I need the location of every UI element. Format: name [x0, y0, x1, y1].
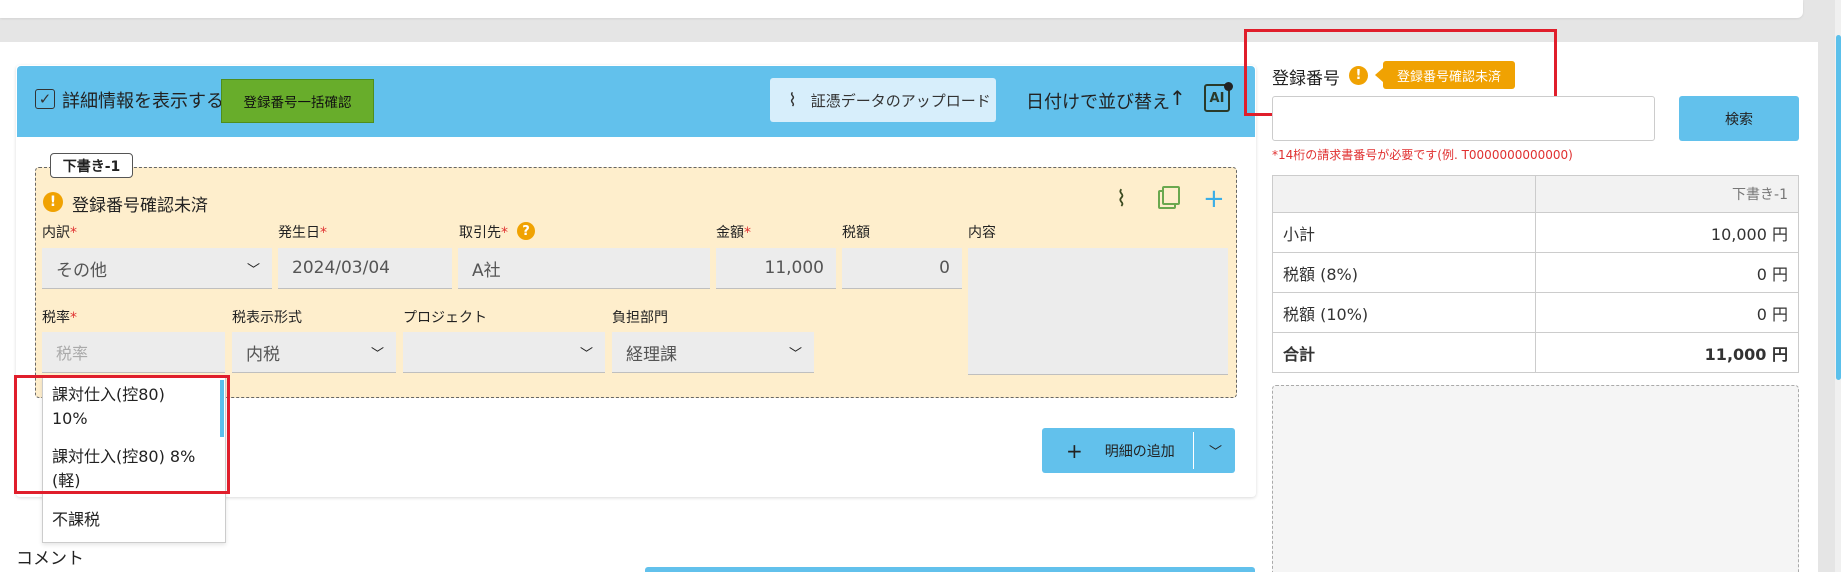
- add-line-button[interactable]: + 明細の追加 ﹀: [1042, 428, 1235, 473]
- attachment-icon[interactable]: ⌇: [1116, 187, 1127, 212]
- upload-evidence-label: 証憑データのアップロード: [810, 91, 991, 110]
- partner-input[interactable]: A社: [458, 248, 710, 289]
- tax-amount-label: 税額: [842, 225, 870, 241]
- draft-tab: 下書き-1: [50, 153, 133, 178]
- project-select[interactable]: ﹀: [403, 332, 605, 373]
- chevron-down-icon: ﹀: [370, 346, 384, 362]
- content-label: 内容: [968, 225, 996, 241]
- copy-icon-front[interactable]: [1162, 186, 1180, 205]
- amount-input[interactable]: 11,000: [716, 248, 836, 289]
- bottom-panel-edge: [645, 567, 1255, 572]
- chevron-down-icon: ﹀: [788, 346, 802, 362]
- table-row: 税額 (10%) 0 円: [1272, 292, 1799, 333]
- date-input[interactable]: 2024/03/04: [278, 248, 452, 289]
- registration-warning-text: 登録番号確認未済: [72, 196, 208, 216]
- partner-label: 取引先*: [459, 225, 508, 241]
- page-scrollbar-thumb[interactable]: [1836, 35, 1841, 380]
- department-select[interactable]: 経理課 ﹀: [612, 332, 814, 373]
- bulk-registration-check-button[interactable]: 登録番号一括確認: [221, 79, 374, 123]
- tax-rate-select[interactable]: 税率: [42, 332, 225, 373]
- tax-display-label: 税表示形式: [232, 310, 302, 326]
- registration-hint: *14桁の請求書番号が必要です(例. T0000000000000): [1272, 148, 1573, 162]
- show-details-checkbox[interactable]: ✓: [35, 89, 55, 109]
- highlight-box: [14, 375, 230, 494]
- chevron-down-icon: ﹀: [579, 346, 593, 362]
- sort-by-date-label[interactable]: 日付けで並び替え: [1026, 88, 1170, 114]
- comment-label: コメント: [16, 549, 84, 569]
- plus-icon: +: [1066, 438, 1083, 463]
- file-drop-area[interactable]: [1272, 385, 1799, 572]
- paperclip-icon: ⌇: [788, 89, 797, 111]
- summary-table: 下書き-1 小計 10,000 円 税額 (8%) 0 円 税額 (10%) 0…: [1272, 175, 1799, 373]
- sort-arrow-icon[interactable]: ↑: [1169, 86, 1186, 110]
- registration-number-input[interactable]: [1272, 96, 1655, 141]
- ai-notification-dot: [1224, 82, 1233, 91]
- search-button[interactable]: 検索: [1679, 96, 1799, 141]
- chevron-down-icon: ﹀: [246, 262, 260, 278]
- upload-evidence-button[interactable]: ⌇ 証憑データのアップロード: [770, 78, 996, 122]
- table-row-total: 合計 11,000 円: [1272, 332, 1799, 373]
- category-select[interactable]: その他 ﹀: [42, 248, 272, 289]
- summary-header: 下書き-1: [1535, 175, 1799, 213]
- date-label: 発生日*: [278, 225, 327, 241]
- department-label: 負担部門: [612, 310, 668, 326]
- chevron-down-icon[interactable]: ﹀: [1209, 441, 1222, 460]
- category-label: 内訳*: [42, 225, 77, 241]
- tax-rate-label: 税率*: [42, 310, 77, 326]
- content-textarea[interactable]: [968, 248, 1228, 375]
- project-label: プロジェクト: [403, 310, 487, 326]
- tax-amount-input[interactable]: 0: [842, 248, 962, 289]
- amount-label: 金額*: [716, 225, 751, 241]
- help-icon[interactable]: ?: [517, 222, 535, 240]
- add-icon[interactable]: +: [1203, 184, 1225, 214]
- top-card: [0, 0, 1803, 18]
- tax-rate-option[interactable]: 不課税: [52, 508, 100, 532]
- tax-display-select[interactable]: 内税 ﹀: [232, 332, 396, 373]
- table-row: 税額 (8%) 0 円: [1272, 252, 1799, 293]
- warning-icon: !: [43, 192, 63, 212]
- show-details-label[interactable]: 詳細情報を表示する: [62, 87, 224, 113]
- table-row: 小計 10,000 円: [1272, 212, 1799, 253]
- summary-header-row: 下書き-1: [1272, 175, 1799, 213]
